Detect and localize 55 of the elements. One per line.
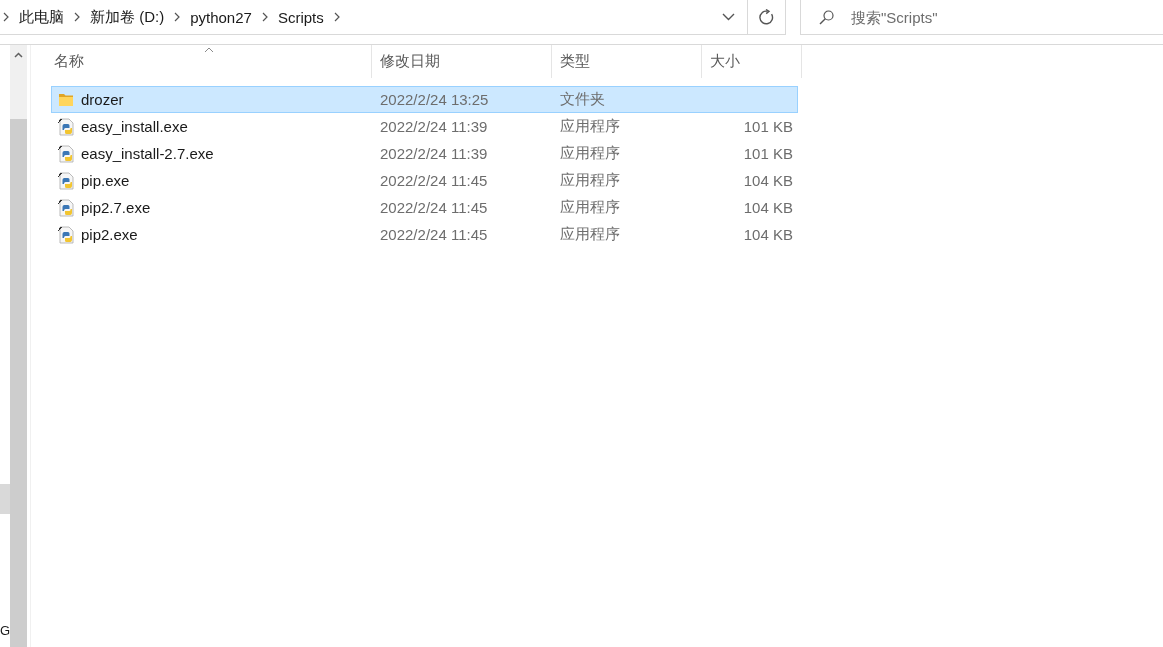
file-row[interactable]: easy_install-2.7.exe 2022/2/24 11:39 应用程序 101 KB xyxy=(51,140,798,167)
breadcrumb-item[interactable]: 新加卷 (D:) xyxy=(83,4,172,30)
search-field[interactable]: 搜索"Scripts" xyxy=(851,4,1163,30)
chevron-up-icon xyxy=(14,52,23,58)
python-file-icon xyxy=(57,198,75,217)
date-cell: 2022/2/24 11:39 xyxy=(380,145,488,162)
address-bar[interactable]: 此电脑 新加卷 (D:) python27 Scripts xyxy=(0,0,786,35)
python-file-icon xyxy=(57,225,75,244)
breadcrumb-item[interactable]: 此电脑 xyxy=(12,4,71,30)
file-row[interactable]: pip2.7.exe 2022/2/24 11:45 应用程序 104 KB xyxy=(51,194,798,221)
file-name: easy_install-2.7.exe xyxy=(81,145,214,162)
chevron-right-icon[interactable] xyxy=(3,12,9,22)
size-cell: 104 KB xyxy=(743,172,793,189)
file-row[interactable]: pip2.exe 2022/2/24 11:45 应用程序 104 KB xyxy=(51,221,798,248)
size-cell: 101 KB xyxy=(743,145,793,162)
type-cell: 应用程序 xyxy=(560,171,620,190)
type-cell: 应用程序 xyxy=(560,225,620,244)
date-cell: 2022/2/24 11:45 xyxy=(380,226,488,243)
file-name: pip.exe xyxy=(81,172,130,189)
date-cell: 2022/2/24 11:45 xyxy=(380,172,488,189)
type-cell: 应用程序 xyxy=(560,117,620,136)
file-row[interactable]: drozer 2022/2/24 13:25 文件夹 xyxy=(51,86,798,113)
size-cell: 104 KB xyxy=(743,199,793,216)
file-name: pip2.7.exe xyxy=(81,199,151,216)
python-file-icon xyxy=(57,144,75,163)
nav-item[interactable]: G xyxy=(0,615,10,645)
type-cell: 文件夹 xyxy=(560,90,605,109)
type-cell: 应用程序 xyxy=(560,144,620,163)
breadcrumb-item[interactable]: python27 xyxy=(183,4,259,30)
date-cell: 2022/2/24 11:39 xyxy=(380,118,488,135)
search-icon xyxy=(819,9,834,25)
python-file-icon xyxy=(57,117,75,136)
sort-caret-icon xyxy=(203,47,214,53)
date-cell: 2022/2/24 13:25 xyxy=(380,91,489,108)
chevron-down-icon xyxy=(722,13,735,21)
date-cell: 2022/2/24 11:45 xyxy=(380,199,488,216)
python-file-icon xyxy=(57,171,75,190)
size-cell: 104 KB xyxy=(743,226,793,243)
chevron-right-icon[interactable] xyxy=(174,12,181,22)
file-name: pip2.exe xyxy=(81,226,138,243)
chevron-right-icon[interactable] xyxy=(261,12,268,22)
chevron-right-icon[interactable] xyxy=(74,12,80,22)
breadcrumb-item[interactable]: Scripts xyxy=(270,4,331,30)
column-header[interactable]: 类型 xyxy=(552,45,702,78)
size-cell: 101 KB xyxy=(743,118,793,135)
refresh-icon xyxy=(758,8,775,26)
file-row[interactable]: easy_install.exe 2022/2/24 11:39 应用程序 101 KB xyxy=(51,113,798,140)
file-name: easy_install.exe xyxy=(81,118,188,135)
file-row[interactable]: pip.exe 2022/2/24 11:45 应用程序 104 KB xyxy=(51,167,798,194)
chevron-right-icon[interactable] xyxy=(333,12,340,22)
file-name: drozer xyxy=(81,91,124,108)
column-header[interactable]: 名称 xyxy=(46,45,372,78)
type-cell: 应用程序 xyxy=(560,198,620,217)
column-header[interactable]: 大小 xyxy=(702,45,802,78)
column-header[interactable]: 修改日期 xyxy=(372,45,552,78)
